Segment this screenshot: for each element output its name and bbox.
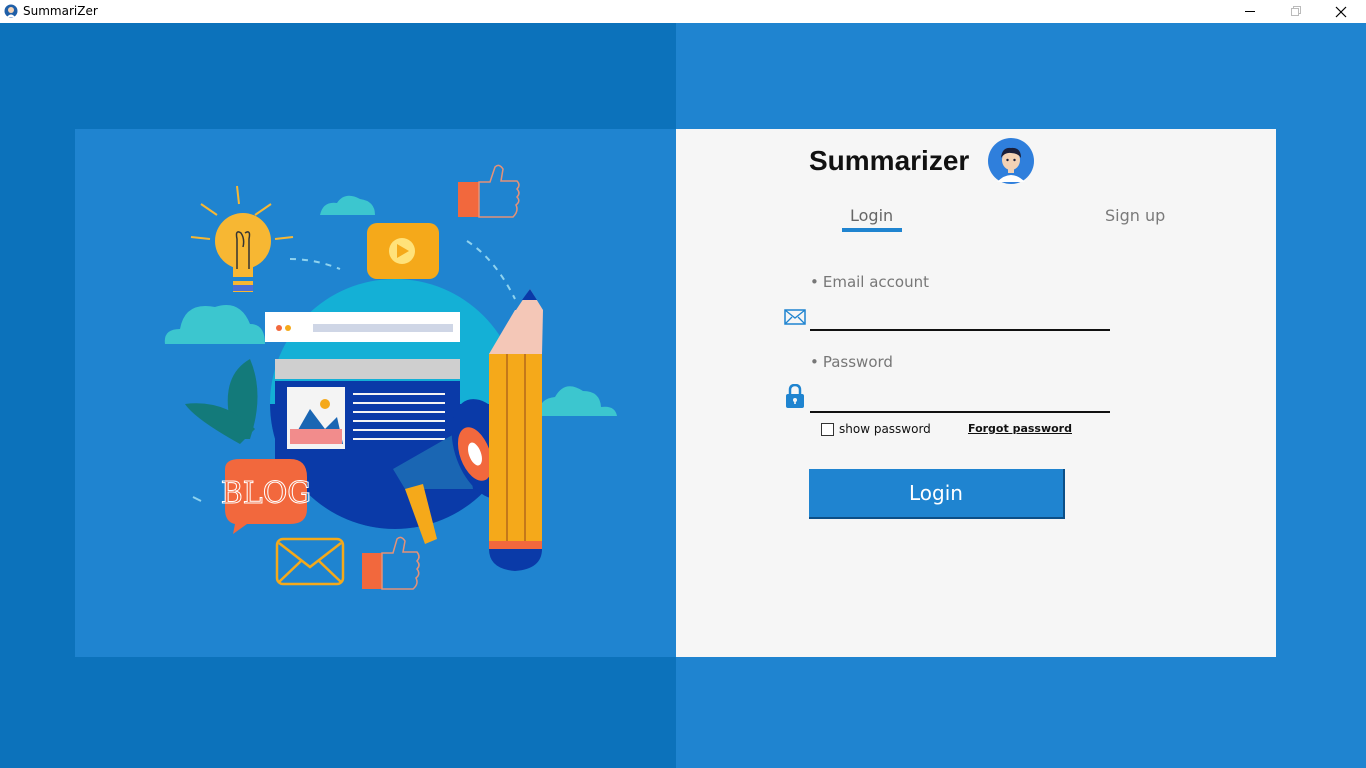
blog-speech-bubble: BLOG (220, 459, 312, 534)
label-bullet: • (810, 353, 819, 371)
tab-login[interactable]: Login (850, 206, 893, 225)
maximize-button[interactable] (1272, 0, 1318, 23)
close-icon (1335, 6, 1347, 17)
mail-icon (784, 309, 806, 325)
login-card: Summarizer Login Sign up • Email account … (676, 129, 1276, 657)
email-field-label: • Email account (810, 273, 929, 291)
window-titlebar: SummariZer (0, 0, 1366, 23)
brand-title: Summarizer (809, 145, 970, 176)
forgot-password-link[interactable]: Forgot password (968, 422, 1072, 435)
video-play-icon (367, 223, 439, 279)
password-input[interactable] (810, 383, 1110, 413)
window-title: SummariZer (23, 4, 98, 18)
thumbs-up-icon (362, 536, 420, 590)
label-bullet: • (810, 273, 819, 291)
plant-leaves-graphic (185, 359, 258, 444)
minimize-button[interactable] (1227, 0, 1273, 23)
browser-window-graphic (265, 312, 460, 461)
password-label-text: Password (822, 353, 893, 371)
cloud-icon (320, 195, 375, 215)
password-field-label: • Password (810, 353, 893, 371)
blog-marketing-illustration: BLOG (164, 164, 617, 590)
tab-signup[interactable]: Sign up (1105, 206, 1165, 225)
cloud-icon (539, 386, 617, 416)
blog-badge-text: BLOG (221, 476, 312, 511)
active-tab-indicator (842, 228, 902, 232)
show-password-checkbox[interactable] (821, 423, 834, 436)
close-button[interactable] (1318, 0, 1364, 23)
envelope-icon (275, 537, 345, 586)
show-password-label[interactable]: show password (839, 422, 931, 436)
login-button[interactable]: Login (809, 469, 1065, 519)
email-label-text: Email account (822, 273, 930, 291)
email-input[interactable] (810, 301, 1110, 331)
thumbs-up-icon (458, 164, 520, 218)
lightbulb-icon (190, 185, 294, 292)
minimize-icon (1244, 11, 1255, 12)
illustration-panel: BLOG (75, 129, 676, 657)
lock-icon (786, 384, 804, 408)
pencil-icon (489, 289, 543, 571)
user-avatar-icon (988, 138, 1034, 184)
restore-icon (1290, 6, 1301, 16)
cloud-icon (164, 305, 265, 344)
app-logo-icon (4, 4, 18, 18)
